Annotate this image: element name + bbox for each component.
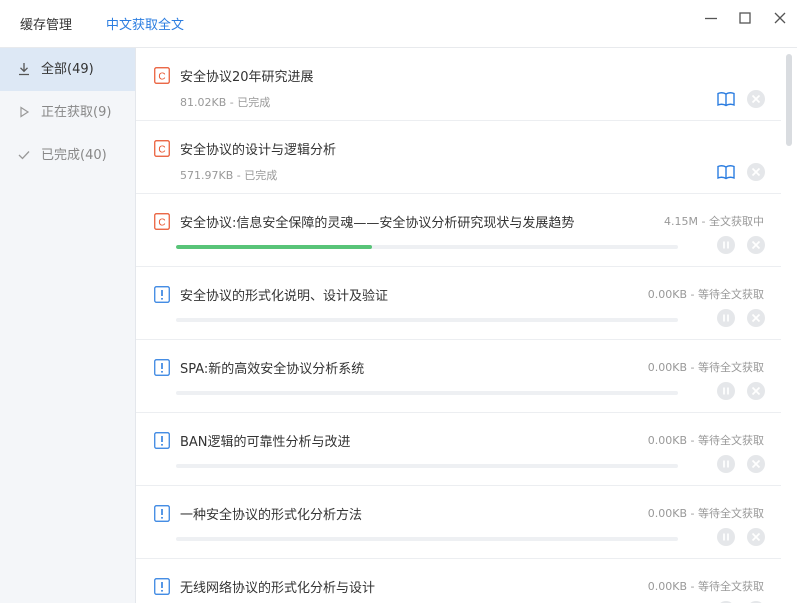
- remove-icon[interactable]: [746, 89, 766, 109]
- remove-icon[interactable]: [746, 162, 766, 182]
- item-title[interactable]: 安全协议:信息安全保障的灵魂——安全协议分析研究现状与发展趋势: [180, 212, 574, 231]
- item-title[interactable]: SPA:新的高效安全协议分析系统: [180, 358, 364, 377]
- item-title[interactable]: 一种安全协议的形式化分析方法: [180, 504, 362, 523]
- cached-doc-icon: C: [154, 213, 170, 230]
- svg-text:C: C: [158, 72, 165, 83]
- sidebar-item-label: 全部(49): [41, 62, 94, 77]
- sidebar-item-all[interactable]: 全部(49): [0, 48, 135, 91]
- item-title[interactable]: BAN逻辑的可靠性分析与改进: [180, 431, 351, 450]
- title-bar: 缓存管理 中文获取全文: [0, 0, 797, 48]
- pending-doc-icon: [154, 359, 170, 376]
- item-title[interactable]: 安全协议的形式化说明、设计及验证: [180, 285, 388, 304]
- open-book-icon[interactable]: [716, 89, 736, 109]
- svg-text:C: C: [158, 145, 165, 156]
- svg-text:C: C: [158, 218, 165, 229]
- item-meta: 81.02KB - 已完成: [180, 96, 271, 109]
- list-item: 一种安全协议的形式化分析方法 0.00KB - 等待全文获取: [136, 486, 781, 559]
- sidebar-item-completed[interactable]: 已完成(40): [0, 134, 135, 177]
- item-status: 0.00KB - 等待全文获取: [647, 580, 764, 593]
- minimize-icon[interactable]: [701, 8, 721, 28]
- item-status: 4.15M - 全文获取中: [664, 215, 764, 228]
- list-item: C 安全协议的设计与逻辑分析 571.97KB - 已完成: [136, 121, 781, 194]
- scrollbar-thumb[interactable]: [786, 54, 792, 146]
- progress-bar: [176, 318, 678, 322]
- pause-icon[interactable]: [716, 308, 736, 328]
- tab-cache-management[interactable]: 缓存管理: [20, 14, 72, 33]
- item-title[interactable]: 安全协议20年研究进展: [180, 66, 314, 85]
- progress-fill: [176, 245, 372, 249]
- progress-bar: [176, 464, 678, 468]
- pause-icon[interactable]: [716, 235, 736, 255]
- list-item: C 安全协议:信息安全保障的灵魂——安全协议分析研究现状与发展趋势 4.15M …: [136, 194, 781, 267]
- list-item: BAN逻辑的可靠性分析与改进 0.00KB - 等待全文获取: [136, 413, 781, 486]
- item-title[interactable]: 安全协议的设计与逻辑分析: [180, 139, 336, 158]
- list-item: SPA:新的高效安全协议分析系统 0.00KB - 等待全文获取: [136, 340, 781, 413]
- progress-bar: [176, 245, 678, 249]
- item-meta: 571.97KB - 已完成: [180, 169, 278, 182]
- progress-bar: [176, 391, 678, 395]
- remove-icon[interactable]: [746, 308, 766, 328]
- open-book-icon[interactable]: [716, 162, 736, 182]
- pending-doc-icon: [154, 432, 170, 449]
- item-status: 0.00KB - 等待全文获取: [647, 434, 764, 447]
- pending-doc-icon: [154, 505, 170, 522]
- play-icon: [20, 106, 30, 118]
- maximize-icon[interactable]: [735, 8, 755, 28]
- sidebar: 全部(49) 正在获取(9) 已完成(40): [0, 48, 136, 603]
- remove-icon[interactable]: [746, 235, 766, 255]
- pending-doc-icon: [154, 578, 170, 595]
- remove-icon[interactable]: [746, 527, 766, 547]
- list-item: 无线网络协议的形式化分析与设计 0.00KB - 等待全文获取: [136, 559, 781, 603]
- download-list: C 安全协议20年研究进展 81.02KB - 已完成 C 安全协议的设计与逻辑…: [136, 48, 781, 603]
- cached-doc-icon: C: [154, 67, 170, 84]
- item-status: 0.00KB - 等待全文获取: [647, 288, 764, 301]
- progress-bar: [176, 537, 678, 541]
- remove-icon[interactable]: [746, 381, 766, 401]
- cached-doc-icon: C: [154, 140, 170, 157]
- list-item: C 安全协议20年研究进展 81.02KB - 已完成: [136, 48, 781, 121]
- item-title[interactable]: 无线网络协议的形式化分析与设计: [180, 577, 375, 596]
- pause-icon[interactable]: [716, 381, 736, 401]
- download-icon: [19, 63, 29, 76]
- pause-icon[interactable]: [716, 454, 736, 474]
- pause-icon[interactable]: [716, 527, 736, 547]
- tab-chinese-fulltext[interactable]: 中文获取全文: [106, 14, 184, 33]
- sidebar-item-fetching[interactable]: 正在获取(9): [0, 91, 135, 134]
- list-item: 安全协议的形式化说明、设计及验证 0.00KB - 等待全文获取: [136, 267, 781, 340]
- item-status: 0.00KB - 等待全文获取: [647, 361, 764, 374]
- item-status: 0.00KB - 等待全文获取: [647, 507, 764, 520]
- sidebar-item-label: 正在获取(9): [41, 105, 112, 120]
- close-window-icon[interactable]: [770, 8, 790, 28]
- sidebar-item-label: 已完成(40): [41, 148, 107, 163]
- remove-icon[interactable]: [746, 454, 766, 474]
- pending-doc-icon: [154, 286, 170, 303]
- check-icon: [18, 151, 30, 160]
